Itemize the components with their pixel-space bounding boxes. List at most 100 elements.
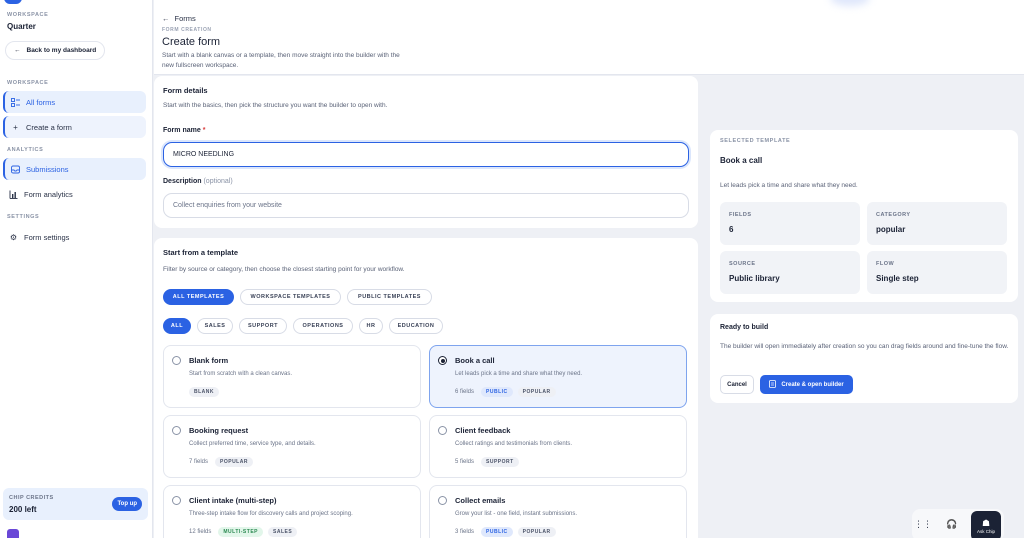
template-card-book-a-call[interactable]: Book a call Let leads pick a time and sh… xyxy=(429,345,687,408)
filter-all-templates[interactable]: ALL TEMPLATES xyxy=(163,289,234,305)
selected-template-name: Book a call xyxy=(720,156,763,165)
ready-to-build-card: Ready to build The builder will open imm… xyxy=(710,314,1018,403)
radio-button[interactable] xyxy=(172,496,181,505)
description-label: Description (optional) xyxy=(163,178,233,185)
template-name: Collect emails xyxy=(455,496,506,505)
section-analytics: ANALYTICS xyxy=(7,147,44,153)
template-desc: Let leads pick a time and share what the… xyxy=(455,371,583,377)
plus-icon: + xyxy=(13,122,18,132)
category-education[interactable]: EDUCATION xyxy=(389,318,443,334)
cancel-button[interactable]: Cancel xyxy=(720,375,754,394)
template-field-count: 6 fields xyxy=(455,389,475,395)
floating-dock: ⋮⋮ 🎧 ☗ Ask Chip xyxy=(912,509,1004,538)
template-tag: MULTI-STEP xyxy=(218,527,263,537)
stat-source: SOURCE Public library xyxy=(720,251,860,294)
category-operations[interactable]: OPERATIONS xyxy=(293,318,353,334)
document-icon xyxy=(769,379,777,390)
template-tag: BLANK xyxy=(189,387,219,397)
breadcrumb[interactable]: ← Forms xyxy=(162,14,196,23)
selected-template-desc: Let leads pick a time and share what the… xyxy=(720,182,858,189)
category-all[interactable]: ALL xyxy=(163,318,191,334)
template-tag: POPULAR xyxy=(517,527,556,537)
template-field-count: 12 fields xyxy=(189,529,212,535)
category-sales[interactable]: SALES xyxy=(197,318,233,334)
page-eyebrow: FORM CREATION xyxy=(162,27,212,33)
sidebar-item-create-form[interactable]: + Create a form xyxy=(3,116,146,138)
sidebar-item-form-analytics[interactable]: Form analytics xyxy=(3,183,146,205)
template-card-client-intake[interactable]: Client intake (multi-step) Three-step in… xyxy=(163,485,421,538)
filter-public-templates[interactable]: PUBLIC TEMPLATES xyxy=(347,289,432,305)
radio-button-selected[interactable] xyxy=(438,356,447,365)
required-marker: * xyxy=(202,127,206,134)
inbox-icon xyxy=(11,165,20,174)
sidebar-item-submissions[interactable]: Submissions xyxy=(3,158,146,180)
template-desc: Collect preferred time, service type, an… xyxy=(189,441,316,447)
credits-label: CHIP CREDITS xyxy=(9,495,54,501)
template-name: Book a call xyxy=(455,356,495,365)
template-meta: 6 fields PUBLIC POPULAR xyxy=(455,387,556,397)
category-support[interactable]: SUPPORT xyxy=(239,318,287,334)
form-name-input[interactable]: MICRO NEEDLING xyxy=(163,142,689,167)
sidebar-item-form-settings[interactable]: ⚙ Form settings xyxy=(3,226,146,248)
section-settings: SETTINGS xyxy=(7,214,40,220)
avatar xyxy=(7,529,19,538)
stat-value: Single step xyxy=(876,274,919,283)
form-details-card: Form details Start with the basics, then… xyxy=(154,76,698,228)
template-name: Blank form xyxy=(189,356,229,365)
page-subtitle: Start with a blank canvas or a template,… xyxy=(162,52,400,69)
app-logo xyxy=(4,0,22,4)
stat-category: CATEGORY popular xyxy=(867,202,1007,245)
template-card-blank-form[interactable]: Blank form Start from scratch with a cle… xyxy=(163,345,421,408)
stat-flow: FLOW Single step xyxy=(867,251,1007,294)
stat-key: FIELDS xyxy=(729,212,752,218)
templates-subtitle: Filter by source or category, then choos… xyxy=(163,266,405,273)
ready-desc: The builder will open immediately after … xyxy=(720,343,1009,350)
page-title: Create form xyxy=(162,36,221,48)
bar-chart-icon xyxy=(9,190,18,199)
template-card-collect-emails[interactable]: Collect emails Grow your list - one fiel… xyxy=(429,485,687,538)
chip-icon: ☗ xyxy=(981,518,991,528)
sidebar-item-label: Submissions xyxy=(26,164,69,174)
category-hr[interactable]: HR xyxy=(359,318,383,334)
templates-card: Start from a template Filter by source o… xyxy=(154,238,698,538)
radio-button[interactable] xyxy=(172,356,181,365)
top-up-button[interactable]: Top up xyxy=(112,497,142,511)
template-meta: 5 fields SUPPORT xyxy=(455,457,519,467)
radio-button[interactable] xyxy=(172,426,181,435)
credits-card: CHIP CREDITS 200 left Top up xyxy=(3,488,148,520)
ask-chip-button[interactable]: ☗ Ask Chip xyxy=(971,511,1001,538)
ready-title: Ready to build xyxy=(720,324,769,331)
section-workspace: WORKSPACE xyxy=(7,80,49,86)
form-details-subtitle: Start with the basics, then pick the str… xyxy=(163,102,388,109)
sidebar-item-label: Form settings xyxy=(24,232,70,242)
gear-icon: ⚙ xyxy=(9,232,18,242)
radio-button[interactable] xyxy=(438,496,447,505)
description-input[interactable]: Collect enquiries from your website xyxy=(163,193,689,218)
list-icon xyxy=(11,97,20,107)
stat-key: SOURCE xyxy=(729,261,756,267)
radio-button[interactable] xyxy=(438,426,447,435)
template-tag: SUPPORT xyxy=(481,457,519,467)
template-meta: 3 fields PUBLIC POPULAR xyxy=(455,527,556,537)
template-name: Booking request xyxy=(189,426,249,435)
workspace-label: WORKSPACE xyxy=(7,12,49,18)
stat-value: Public library xyxy=(729,274,780,283)
filter-workspace-templates[interactable]: WORKSPACE TEMPLATES xyxy=(240,289,341,305)
stat-value: 6 xyxy=(729,225,734,234)
create-open-builder-button[interactable]: Create & open builder xyxy=(760,375,853,394)
sidebar-item-label: Form analytics xyxy=(24,189,73,199)
breadcrumb-forms[interactable]: Forms xyxy=(175,14,196,23)
template-tag: POPULAR xyxy=(215,457,253,467)
template-meta: 12 fields MULTI-STEP SALES xyxy=(189,527,298,537)
headphones-icon[interactable]: 🎧 xyxy=(943,515,961,533)
template-card-client-feedback[interactable]: Client feedback Collect ratings and test… xyxy=(429,415,687,478)
drag-handle-icon[interactable]: ⋮⋮ xyxy=(914,515,932,533)
template-card-booking-request[interactable]: Booking request Collect preferred time, … xyxy=(163,415,421,478)
sidebar-item-all-forms[interactable]: All forms xyxy=(3,91,146,113)
template-tag: PUBLIC xyxy=(481,527,513,537)
back-to-dashboard-button[interactable]: ← Back to my dashboard xyxy=(5,41,105,60)
template-name: Client intake (multi-step) xyxy=(189,496,277,505)
template-field-count: 7 fields xyxy=(189,459,209,465)
template-field-count: 3 fields xyxy=(455,529,475,535)
user-menu[interactable] xyxy=(3,528,148,538)
